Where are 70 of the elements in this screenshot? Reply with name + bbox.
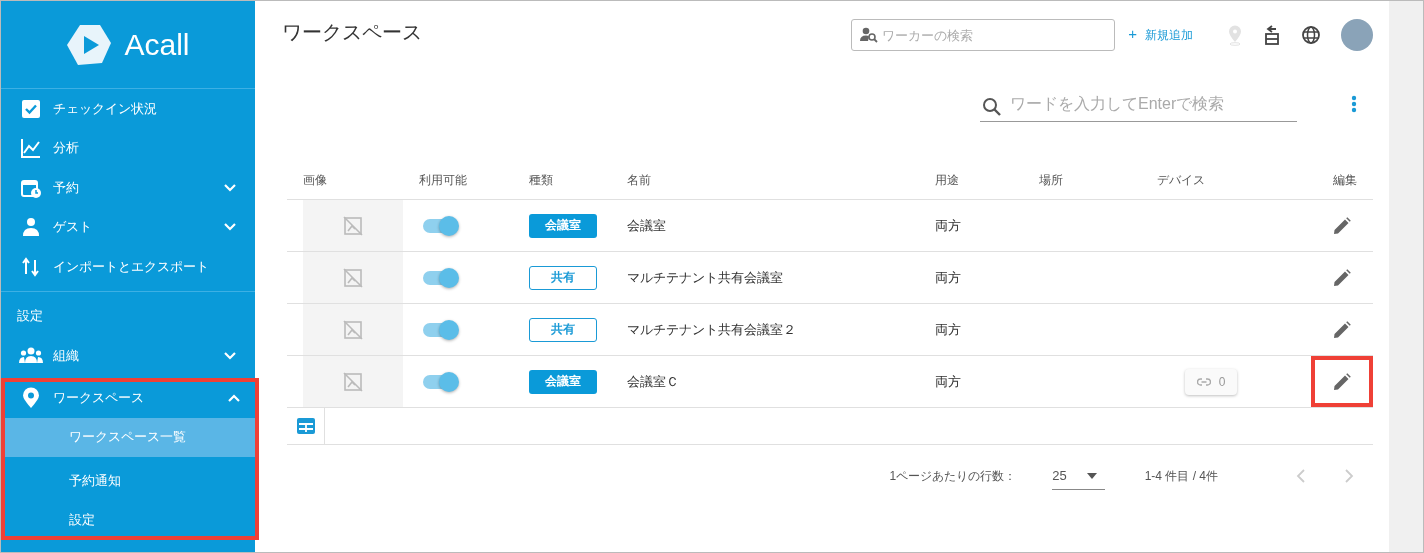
avatar[interactable] xyxy=(1341,19,1373,51)
pencil-icon xyxy=(1333,372,1351,391)
chevron-icon xyxy=(223,222,237,233)
chevron-icon xyxy=(223,182,237,193)
more-options-icon[interactable] xyxy=(1351,95,1357,113)
table-cell: 両方 xyxy=(935,268,961,287)
column-header: 種類 xyxy=(529,171,554,189)
availability-toggle[interactable] xyxy=(423,218,457,233)
page-title: ワークスペース xyxy=(282,19,423,45)
pencil-icon xyxy=(1333,320,1351,339)
no-image-icon xyxy=(343,319,363,340)
sub-nav-item[interactable]: 設定 xyxy=(1,500,259,540)
no-image-icon xyxy=(343,371,363,392)
type-tag: 共有 xyxy=(529,317,597,342)
nav-item[interactable]: インポートとエクスポート xyxy=(1,247,255,287)
column-header: 名前 xyxy=(627,171,652,189)
nav-item[interactable]: 組織 xyxy=(1,336,255,376)
no-image-icon xyxy=(343,267,363,288)
table-cell: 両方 xyxy=(935,372,961,391)
table-cell: 会議室Ｃ xyxy=(627,372,679,391)
column-header: 利用可能 xyxy=(418,171,468,189)
nav-item[interactable]: チェックイン状況 xyxy=(1,89,255,129)
globe-icon[interactable] xyxy=(1301,25,1321,45)
nav-item[interactable]: ゲスト xyxy=(1,207,255,247)
edit-button[interactable] xyxy=(1311,356,1373,407)
column-header: デバイス xyxy=(1156,171,1206,189)
sub-nav-item[interactable]: ワークスペース一覧 xyxy=(5,417,255,457)
section-title: 設定 xyxy=(16,306,44,325)
pencil-icon xyxy=(1333,268,1351,287)
person-search-icon xyxy=(860,27,879,43)
checkbox-icon xyxy=(19,97,43,120)
column-header: 場所 xyxy=(1039,171,1064,189)
device-link-chip[interactable]: 0 xyxy=(1184,368,1238,395)
pencil-icon xyxy=(1333,216,1351,235)
column-header: 用途 xyxy=(935,171,960,189)
rows-per-page-select[interactable]: 25 xyxy=(1052,462,1105,490)
nav-item[interactable]: 分析 xyxy=(1,128,255,168)
logo-text: Acall xyxy=(124,27,190,62)
table-cell: マルチテナント共有会議室 xyxy=(627,268,783,287)
table-cell: 両方 xyxy=(935,216,961,235)
search-icon xyxy=(982,96,1002,117)
nav-item[interactable]: 予約 xyxy=(1,168,255,208)
availability-toggle[interactable] xyxy=(423,374,457,389)
table-search-field[interactable]: ワードを入力してEnterで検索 xyxy=(980,86,1297,122)
switch-account-icon[interactable] xyxy=(1263,24,1281,46)
availability-toggle[interactable] xyxy=(423,270,457,285)
sub-nav-item[interactable]: 予約通知 xyxy=(1,461,259,501)
dropdown-icon xyxy=(1086,472,1097,479)
play-logo-icon xyxy=(66,22,113,67)
link-icon xyxy=(1196,377,1211,386)
table-layout-icon[interactable] xyxy=(296,418,315,434)
chevron-icon xyxy=(227,392,241,403)
nav-item[interactable]: ワークスペース xyxy=(1,378,259,418)
rows-per-page-label: 1ページあたりの行数： xyxy=(889,467,1017,485)
line-chart-icon xyxy=(19,137,43,160)
type-tag: 会議室 xyxy=(529,213,597,238)
scrollbar[interactable] xyxy=(1389,1,1423,552)
type-tag: 会議室 xyxy=(529,369,597,394)
page-range: 1-4 件目 / 4件 xyxy=(1144,467,1218,485)
table-cell: 両方 xyxy=(935,320,961,339)
column-header: 画像 xyxy=(302,171,328,189)
table-cell: マルチテナント共有会議室２ xyxy=(627,320,796,339)
add-new-link[interactable]: + 新規追加 xyxy=(1128,26,1193,44)
availability-toggle[interactable] xyxy=(423,322,457,337)
type-tag: 共有 xyxy=(529,265,597,290)
chevron-icon xyxy=(223,351,237,362)
table-cell: 会議室 xyxy=(627,216,666,235)
column-header: 編集 xyxy=(1332,171,1358,189)
no-image-icon xyxy=(343,215,363,236)
worker-search-field[interactable]: ワーカーの検索 xyxy=(851,19,1116,51)
